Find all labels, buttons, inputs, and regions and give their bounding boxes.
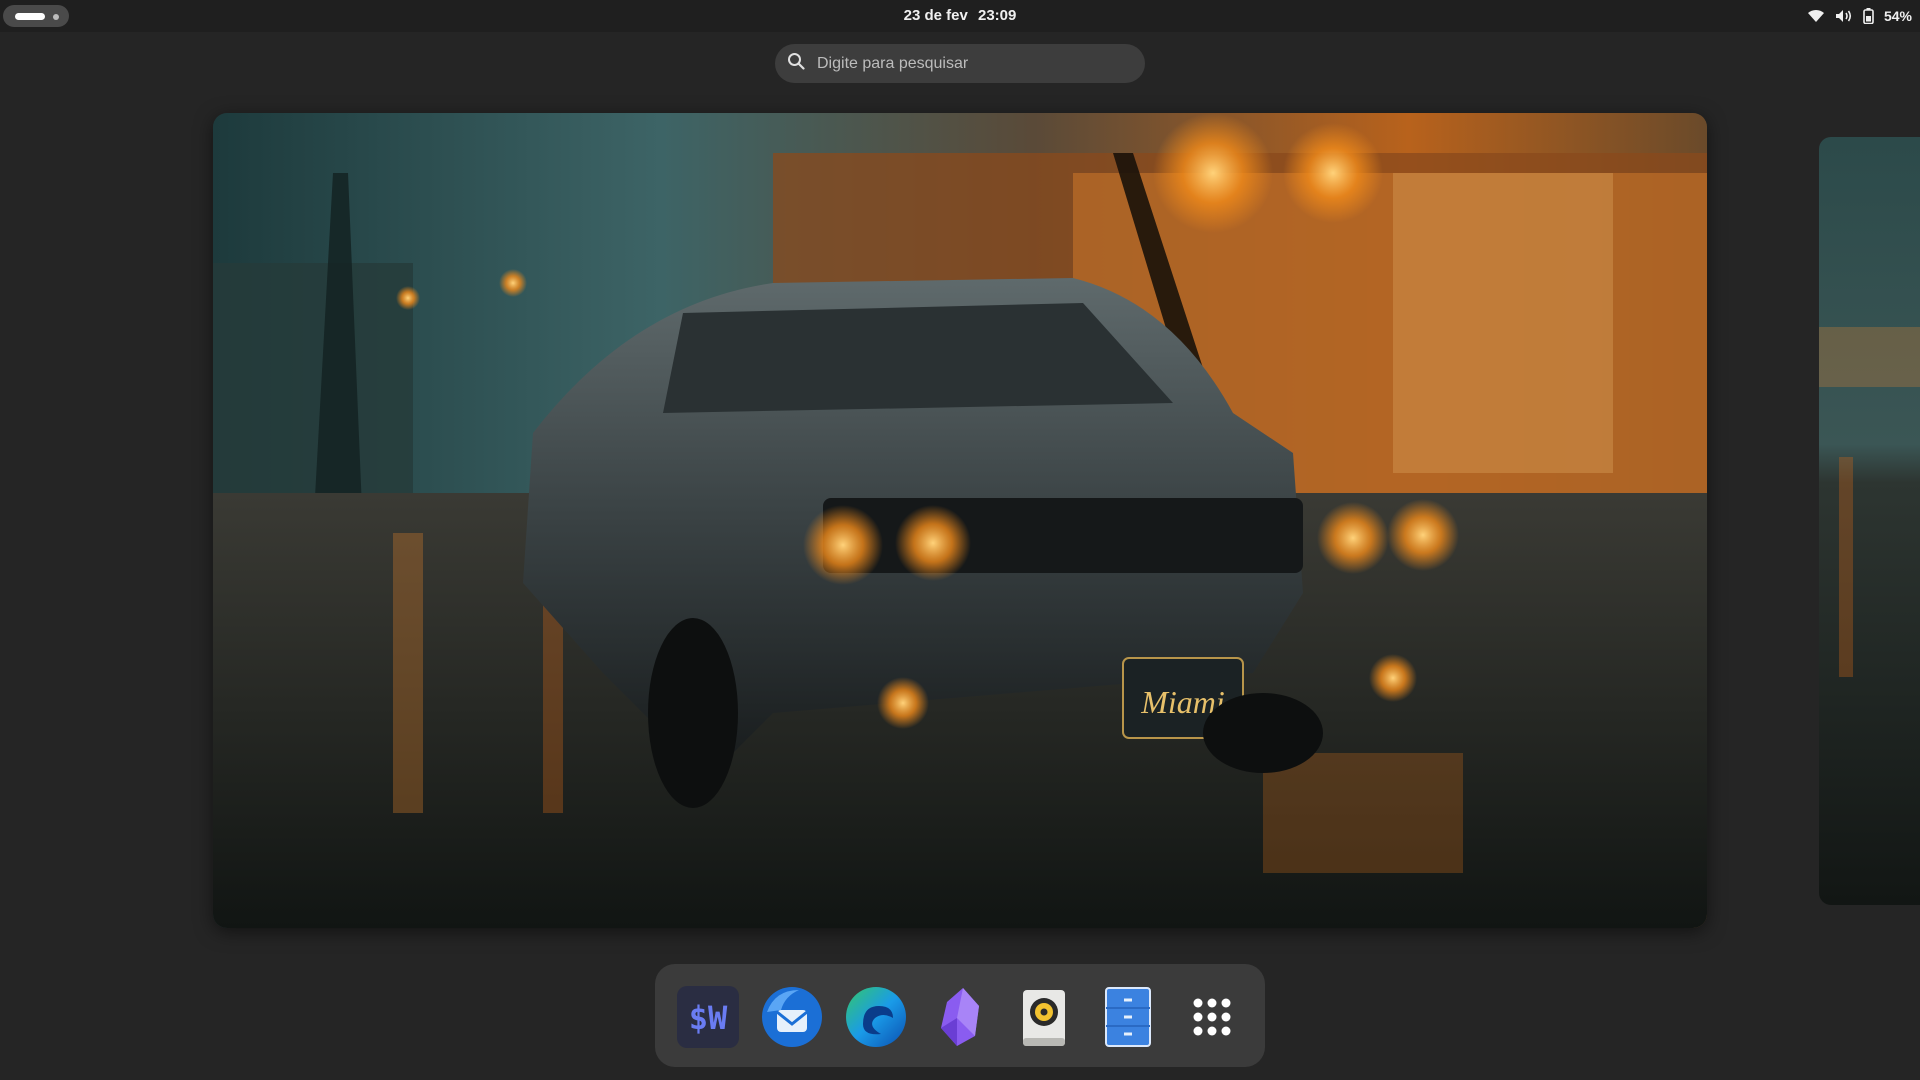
- workspace-indicator-dot: [53, 14, 59, 20]
- activities-button[interactable]: [3, 5, 69, 27]
- edge-icon: [846, 987, 906, 1047]
- date-label: 23 de fev: [903, 7, 968, 24]
- dock-item-warp[interactable]: $W: [675, 984, 741, 1050]
- search-icon: [787, 52, 805, 75]
- system-status-area[interactable]: 54%: [1807, 0, 1912, 32]
- svg-text:$W: $W: [689, 999, 728, 1037]
- dock-item-obsidian[interactable]: [927, 984, 993, 1050]
- search-input[interactable]: [815, 53, 1119, 74]
- dock-item-files[interactable]: [1095, 984, 1161, 1050]
- thunderbird-icon: [762, 987, 822, 1047]
- dock: $W: [655, 964, 1265, 1067]
- time-label: 23:09: [978, 7, 1017, 24]
- workspace-window-preview[interactable]: Miami: [213, 113, 1707, 928]
- wifi-icon: [1807, 9, 1825, 23]
- dock-item-edge[interactable]: [843, 984, 909, 1050]
- speaker-icon: [1023, 990, 1065, 1046]
- dock-item-rhythmbox[interactable]: [1011, 984, 1077, 1050]
- volume-icon: [1835, 9, 1853, 23]
- battery-icon: [1863, 8, 1874, 24]
- top-bar: 23 de fev 23:09 54%: [0, 0, 1920, 32]
- next-workspace-preview[interactable]: [1819, 137, 1920, 905]
- clock[interactable]: 23 de fev 23:09: [860, 0, 1060, 32]
- obsidian-icon: [941, 988, 979, 1046]
- search-bar[interactable]: [775, 44, 1145, 83]
- file-cabinet-icon: [1105, 987, 1151, 1047]
- wallpaper-preview: Miami: [213, 113, 1707, 928]
- wallpaper-preview-thumbnail: [1819, 137, 1920, 905]
- workspace-indicator-active: [15, 13, 45, 20]
- show-apps-button[interactable]: [1179, 984, 1245, 1050]
- dock-item-thunderbird[interactable]: [759, 984, 825, 1050]
- battery-percentage: 54%: [1883, 8, 1912, 24]
- app-grid-icon: [1193, 998, 1231, 1036]
- warp-terminal-icon: $W: [677, 986, 739, 1048]
